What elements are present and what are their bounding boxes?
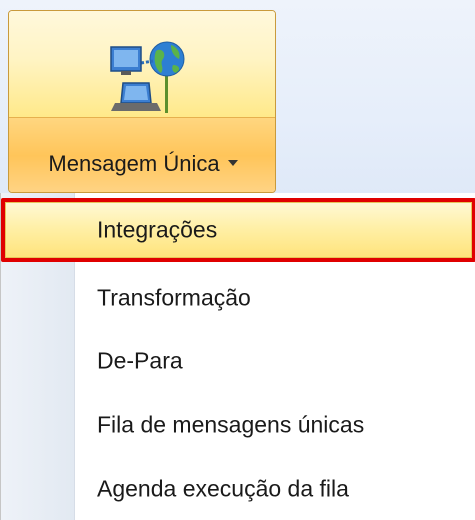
mensagem-unica-ribbon-button[interactable]: Mensagem Única (8, 10, 276, 193)
ribbon-button-label: Mensagem Única (48, 151, 220, 176)
network-computer-globe-icon (110, 41, 185, 113)
menu-item-agenda-execucao-da-fila[interactable]: Agenda execução da fila (1, 457, 475, 520)
menu-item-de-para[interactable]: De-Para (1, 329, 475, 393)
menu-item-integracoes[interactable]: Integrações (1, 198, 475, 262)
menu-item-transformacao[interactable]: Transformação (1, 266, 475, 330)
menu-item-label: Agenda execução da fila (97, 475, 349, 502)
ribbon-button-label-row: Mensagem Única (9, 151, 275, 177)
dropdown-menu: Integrações Transformação De-Para Fila d… (0, 193, 475, 520)
menu-item-label: Integrações (97, 216, 218, 243)
chevron-down-icon (227, 160, 238, 167)
menu-item-label: De-Para (97, 347, 183, 374)
menu-item-label: Fila de mensagens únicas (97, 411, 365, 438)
menu-item-label: Transformação (97, 284, 251, 311)
menu-item-fila-de-mensagens-unicas[interactable]: Fila de mensagens únicas (1, 393, 475, 457)
app-window: Mensagem Única Integrações Transformação… (0, 0, 475, 520)
menu-item-hover-border (5, 202, 472, 258)
